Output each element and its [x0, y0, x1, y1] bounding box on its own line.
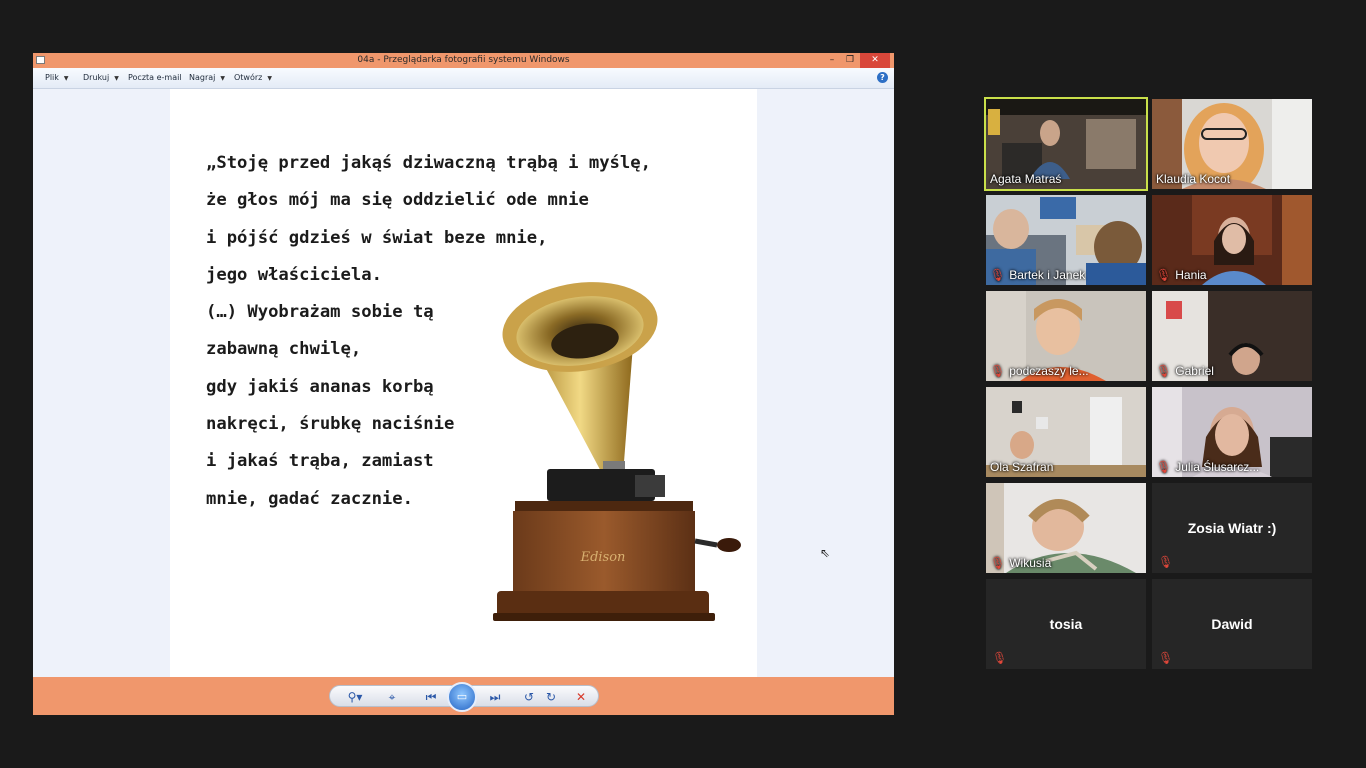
photo-canvas: „Stoję przed jakąś dziwaczną trąbą i myś… — [33, 89, 894, 677]
mic-muted-icon: 🎙 — [1158, 651, 1174, 665]
participant-tile-klaudia[interactable]: Klaudia Kocot — [1152, 99, 1312, 189]
slide-image: „Stoję przed jakąś dziwaczną trąbą i myś… — [170, 89, 757, 677]
chevron-down-icon: ▼ — [114, 75, 119, 82]
participant-tile-ola[interactable]: Ola Szafran — [986, 387, 1146, 477]
chevron-down-icon: ▼ — [267, 75, 272, 82]
help-icon[interactable]: ? — [877, 72, 888, 83]
participant-name: 🎙 Hania — [1156, 268, 1207, 282]
menu-drukuj[interactable]: Drukuj ▼ — [83, 68, 119, 89]
minimize-button[interactable]: – — [825, 53, 839, 68]
participant-name: 🎙 Bartek i Janek — [990, 268, 1086, 282]
participant-tile-zosia[interactable]: Zosia Wiatr :) 🎙 — [1152, 483, 1312, 573]
participant-tile-bartek-janek[interactable]: 🎙 Bartek i Janek — [986, 195, 1146, 285]
participant-tile-tosia[interactable]: tosia 🎙 — [986, 579, 1146, 669]
participant-name: Dawid — [1211, 616, 1253, 632]
previous-icon[interactable]: ⏮ — [420, 686, 442, 708]
mic-muted-icon: 🎙 — [990, 364, 1006, 378]
edison-logo: Edison — [580, 550, 626, 565]
chevron-down-icon: ▼ — [63, 75, 69, 82]
participant-name: Agata Matraś — [990, 172, 1062, 186]
mic-muted-icon: 🎙 — [990, 268, 1006, 282]
window-title: 04a - Przeglądarka fotografii systemu Wi… — [357, 55, 570, 65]
participant-tile-wikusia[interactable]: 🎙 Wikusia — [986, 483, 1146, 573]
mic-muted-icon: 🎙 — [1156, 268, 1172, 282]
viewer-controls: ⚲▾ ⌖ ⏮ ▭ ⏭ ↺ ↻ ✕ — [329, 682, 599, 712]
mic-muted-icon: 🎙 — [990, 556, 1006, 570]
photo-viewer-window: 04a - Przeglądarka fotografii systemu Wi… — [33, 53, 894, 715]
chevron-down-icon: ▼ — [220, 75, 226, 82]
mic-muted-icon: 🎙 — [992, 651, 1008, 665]
menu-nagraj[interactable]: Nagraj ▼ — [189, 68, 225, 89]
poem-line: i pójść gdzieś w świat beze mnie, — [206, 227, 548, 248]
participant-tile-agata[interactable]: Agata Matraś — [984, 97, 1148, 191]
mic-muted-icon: 🎙 — [1156, 460, 1172, 474]
close-button[interactable]: ✕ — [860, 53, 890, 68]
poem-line: „Stoję przed jakąś dziwaczną trąbą i myś… — [206, 153, 651, 173]
participant-name: 🎙 podczaszy le... — [990, 364, 1089, 378]
rotate-right-icon[interactable]: ↻ — [542, 686, 560, 708]
participant-name: 🎙 Julia Ślusarcz... — [1156, 460, 1260, 474]
maximize-button[interactable]: ❐ — [843, 53, 857, 68]
participant-tile-podczaszy[interactable]: 🎙 podczaszy le... — [986, 291, 1146, 381]
participant-name: Klaudia Kocot — [1156, 172, 1231, 186]
participant-name: tosia — [1049, 616, 1083, 632]
mic-muted-icon: 🎙 — [1158, 555, 1174, 569]
next-icon[interactable]: ⏭ — [484, 686, 506, 708]
participant-name: Ola Szafran — [990, 460, 1054, 474]
photo-viewer-app-icon — [36, 56, 45, 64]
rotate-left-icon[interactable]: ↺ — [520, 686, 538, 708]
participant-name: Zosia Wiatr :) — [1187, 520, 1277, 536]
menu-poczta-email[interactable]: Poczta e-mail — [128, 68, 182, 88]
menu-plik[interactable]: Plik ▼ — [45, 68, 69, 89]
mic-muted-icon: 🎙 — [1156, 364, 1172, 378]
participant-tile-julia[interactable]: 🎙 Julia Ślusarcz... — [1152, 387, 1312, 477]
actual-size-icon[interactable]: ⌖ — [382, 686, 402, 708]
zoom-icon[interactable]: ⚲▾ — [342, 686, 368, 708]
menu-otworz[interactable]: Otwórz ▼ — [234, 68, 272, 89]
participant-tile-hania[interactable]: 🎙 Hania — [1152, 195, 1312, 285]
participant-name: 🎙 Gabriel — [1156, 364, 1214, 378]
gramophone-image: Edison — [493, 282, 741, 621]
cursor-icon: ⇖ — [820, 546, 831, 560]
participant-tile-dawid[interactable]: Dawid 🎙 — [1152, 579, 1312, 669]
participant-tile-gabriel[interactable]: 🎙 Gabriel — [1152, 291, 1312, 381]
poem-line: że głos mój ma się oddzielić ode mnie — [206, 190, 589, 211]
delete-icon[interactable]: ✕ — [572, 686, 590, 708]
participant-name: 🎙 Wikusia — [990, 556, 1052, 570]
menu-bar: Plik ▼ Drukuj ▼ Poczta e-mail Nagraj ▼ Otwó… — [33, 68, 894, 89]
window-titlebar[interactable]: 04a - Przeglądarka fotografii systemu Wi… — [33, 53, 894, 68]
viewer-toolbar: ⚲▾ ⌖ ⏮ ▭ ⏭ ↺ ↻ ✕ — [33, 677, 894, 715]
slideshow-button[interactable]: ▭ — [447, 682, 477, 712]
